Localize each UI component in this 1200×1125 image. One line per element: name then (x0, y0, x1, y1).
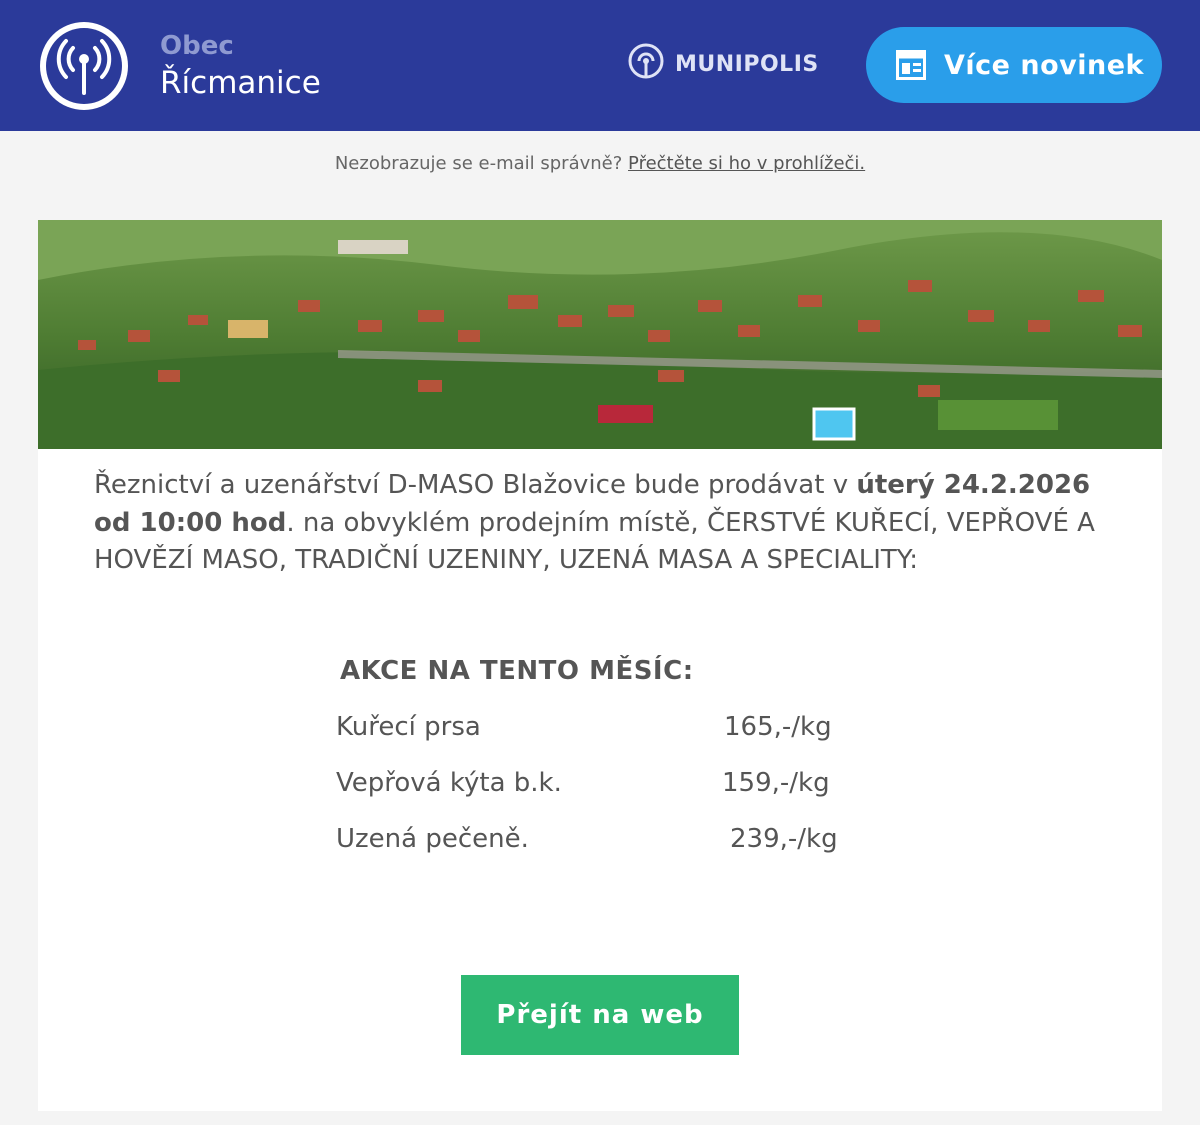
offer-row: Vepřová kýta b.k. 159,-/kg (336, 768, 856, 804)
offer-price: 159,-/kg (722, 768, 830, 798)
browser-notice-text: Nezobrazuje se e-mail správně? (334, 153, 623, 174)
offer-row: Kuřecí prsa 165,-/kg (336, 712, 856, 748)
intro-text: Řeznictví a uzenářství D-MASO Blažovice … (94, 467, 1114, 580)
go-to-web-button[interactable]: Přejít na web (461, 975, 739, 1055)
browser-notice: Nezobrazuje se e-mail správně? Přečtěte … (0, 150, 1200, 178)
intro-lead: Řeznictví a uzenářství D-MASO Blažovice … (94, 470, 857, 500)
view-in-browser-link[interactable]: Přečtěte si ho v prohlížeči. (628, 153, 865, 174)
offer-name: Uzená pečeně. (336, 824, 529, 854)
village-photo (38, 220, 1162, 449)
munipolis-icon (627, 42, 675, 86)
news-icon (896, 50, 926, 80)
offer-name: Kuřecí prsa (336, 712, 481, 742)
offer-price: 239,-/kg (730, 824, 838, 854)
offer-price: 165,-/kg (724, 712, 832, 742)
header: Obec Řícmanice MUNIPOLIS Více novinek (0, 0, 1200, 131)
broadcast-icon[interactable] (37, 19, 131, 113)
munipolis-label: MUNIPOLIS (675, 51, 819, 77)
offers-title: AKCE NA TENTO MĚSÍC: (340, 656, 694, 686)
munipolis-logo[interactable]: MUNIPOLIS (627, 42, 819, 86)
brand-small: Obec (160, 31, 234, 61)
offer-row: Uzená pečeně. 239,-/kg (336, 824, 856, 860)
more-news-label: Více novinek (944, 49, 1144, 81)
more-news-button[interactable]: Více novinek (866, 27, 1162, 103)
message-card: Řeznictví a uzenářství D-MASO Blažovice … (38, 220, 1162, 1111)
brand-name: Řícmanice (160, 65, 321, 101)
offer-name: Vepřová kýta b.k. (336, 768, 562, 798)
